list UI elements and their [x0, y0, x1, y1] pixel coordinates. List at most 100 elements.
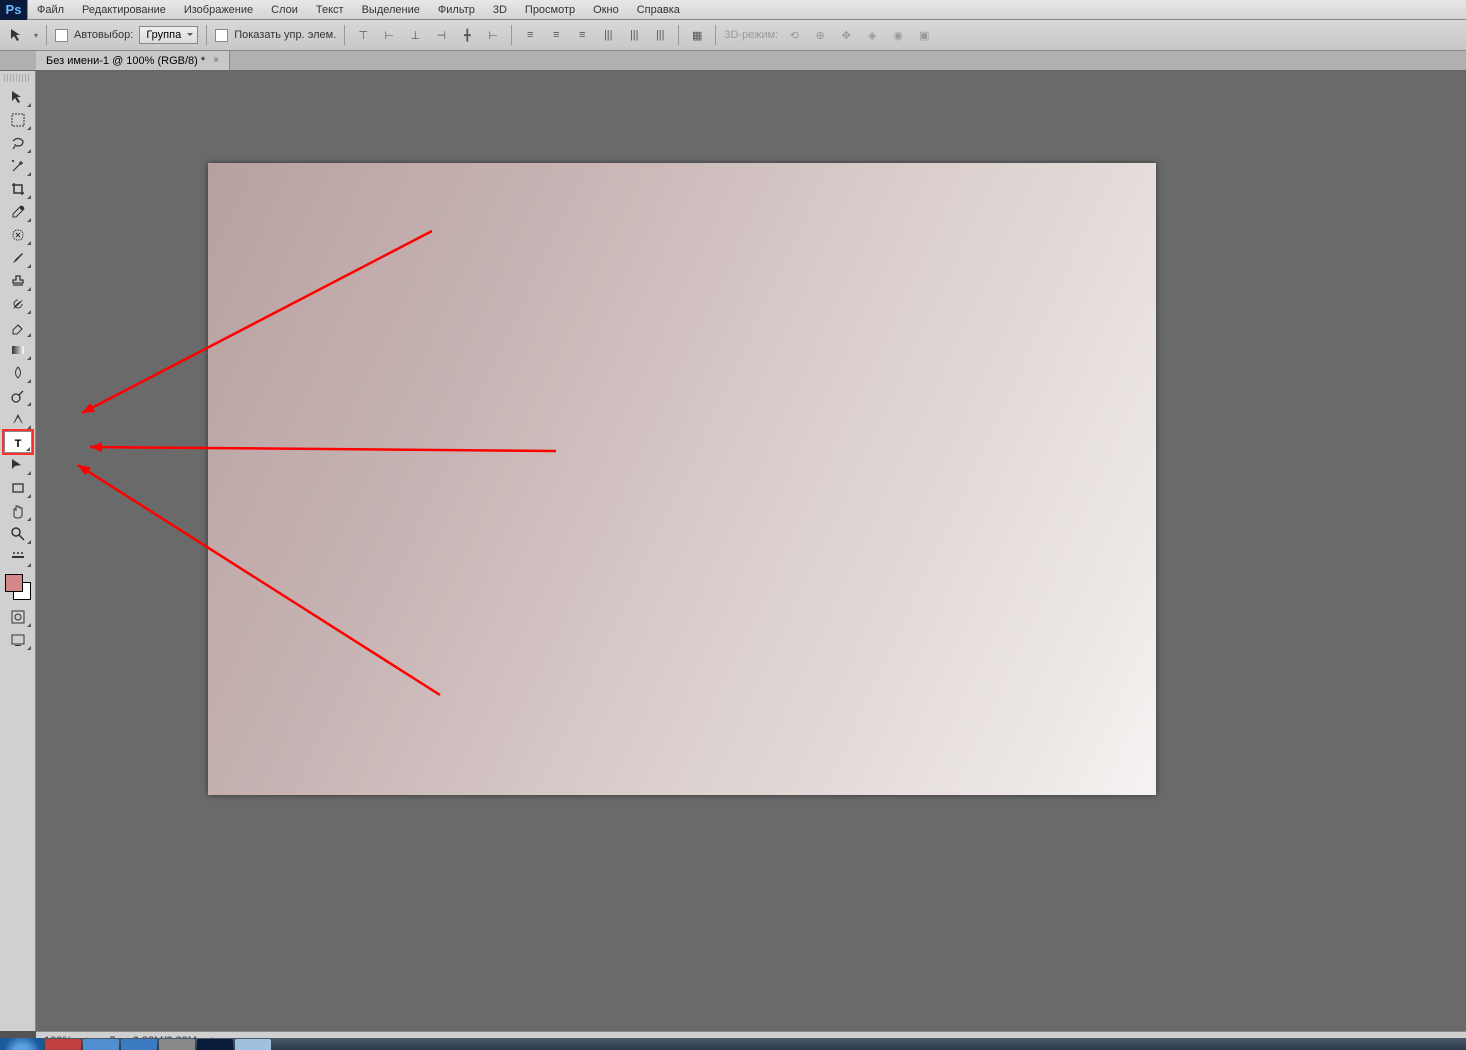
3d-slide-icon: ◈ [862, 25, 882, 45]
toolbox: T [0, 71, 36, 1031]
distribute-bottom-icon[interactable]: ≡ [572, 25, 592, 45]
document-tab-title: Без имени-1 @ 100% (RGB/8) * [46, 55, 205, 67]
taskbar-app[interactable] [235, 1039, 271, 1050]
eraser-tool[interactable] [4, 316, 32, 338]
mode-3d-label: 3D-режим: [724, 29, 778, 41]
menu-слои[interactable]: Слои [262, 4, 307, 16]
canvas-area[interactable] [36, 71, 1466, 1031]
eyedropper-tool[interactable] [4, 201, 32, 223]
blur-tool[interactable] [4, 362, 32, 384]
3d-pan-icon: ✥ [836, 25, 856, 45]
magic-wand-tool[interactable] [4, 155, 32, 177]
clone-stamp-tool[interactable] [4, 270, 32, 292]
separator [46, 25, 47, 45]
blur-icon [10, 365, 26, 381]
toolbox-grip[interactable] [4, 74, 31, 82]
svg-text:T: T [14, 438, 21, 450]
stamp-icon [10, 273, 26, 289]
foreground-color-swatch[interactable] [5, 574, 23, 592]
pen-icon [10, 411, 26, 427]
transform-checkbox[interactable] [215, 29, 228, 42]
dodge-icon [10, 388, 26, 404]
distribute-right-icon[interactable]: ||| [650, 25, 670, 45]
separator [206, 25, 207, 45]
patch-icon [10, 227, 26, 243]
quickmask-toggle[interactable] [4, 606, 32, 628]
eyedropper-icon [10, 204, 26, 220]
align-right-icon[interactable]: ⊢ [483, 25, 503, 45]
menu-файл[interactable]: Файл [28, 4, 73, 16]
lasso-icon [10, 135, 26, 151]
gradient-tool[interactable] [4, 339, 32, 361]
color-swatches[interactable] [5, 574, 31, 600]
menu-редактирование[interactable]: Редактирование [73, 4, 175, 16]
menu-справка[interactable]: Справка [628, 4, 689, 16]
move-tool-icon [6, 24, 28, 46]
move-icon [10, 89, 26, 105]
distribute-hcenter-icon[interactable]: ||| [624, 25, 644, 45]
taskbar-app[interactable] [159, 1039, 195, 1050]
crop-tool[interactable] [4, 178, 32, 200]
marquee-tool[interactable] [4, 109, 32, 131]
taskbar-app[interactable] [83, 1039, 119, 1050]
autoalign-icon[interactable]: ▦ [687, 25, 707, 45]
3d-camera-icon: ▣ [914, 25, 934, 45]
dodge-tool[interactable] [4, 385, 32, 407]
align-left-icon[interactable]: ⊣ [431, 25, 451, 45]
eraser-icon [10, 319, 26, 335]
menu-окно[interactable]: Окно [584, 4, 628, 16]
pen-tool[interactable] [4, 408, 32, 430]
wand-icon [10, 158, 26, 174]
history-icon [10, 296, 26, 312]
brush-tool[interactable] [4, 247, 32, 269]
autoselect-dropdown[interactable]: Группа [139, 26, 198, 44]
menu-фильтр[interactable]: Фильтр [429, 4, 484, 16]
align-top-icon[interactable]: ⊤ [353, 25, 373, 45]
path-selection-tool[interactable] [4, 454, 32, 476]
distribute-left-icon[interactable]: ||| [598, 25, 618, 45]
rect-icon [10, 480, 26, 496]
canvas[interactable] [208, 163, 1156, 795]
distribute-top-icon[interactable]: ≡ [520, 25, 540, 45]
align-bottom-icon[interactable]: ⊥ [405, 25, 425, 45]
autoselect-checkbox[interactable] [55, 29, 68, 42]
pathsel-icon [10, 457, 26, 473]
close-icon[interactable]: × [213, 55, 219, 66]
transform-label: Показать упр. элем. [234, 29, 336, 41]
workspace [36, 71, 1466, 1031]
separator [344, 25, 345, 45]
rectangle-tool[interactable] [4, 477, 32, 499]
align-hcenter-icon[interactable]: ╋ [457, 25, 477, 45]
separator [715, 25, 716, 45]
screen-icon [10, 632, 26, 648]
menu-выделение[interactable]: Выделение [353, 4, 429, 16]
menu-изображение[interactable]: Изображение [175, 4, 262, 16]
menu-просмотр[interactable]: Просмотр [516, 4, 584, 16]
hand-tool[interactable] [4, 500, 32, 522]
options-bar: ▾ Автовыбор: Группа Показать упр. элем. … [0, 20, 1466, 51]
distribute-vcenter-icon[interactable]: ≡ [546, 25, 566, 45]
healing-brush-tool[interactable] [4, 224, 32, 246]
os-taskbar [0, 1038, 1466, 1050]
move-tool[interactable] [4, 86, 32, 108]
qmask-icon [10, 609, 26, 625]
document-tab[interactable]: Без имени-1 @ 100% (RGB/8) * × [36, 51, 230, 70]
taskbar-app[interactable] [45, 1039, 81, 1050]
menu-3d[interactable]: 3D [484, 4, 516, 16]
taskbar-app[interactable] [121, 1039, 157, 1050]
gradient-icon [10, 342, 26, 358]
type-tool[interactable]: T [4, 431, 32, 453]
edit-toolbar[interactable] [4, 546, 32, 568]
hand-icon [10, 503, 26, 519]
document-tab-bar: Без имени-1 @ 100% (RGB/8) * × [0, 51, 1466, 71]
dots-icon [10, 549, 26, 565]
lasso-tool[interactable] [4, 132, 32, 154]
menu-текст[interactable]: Текст [307, 4, 353, 16]
zoom-tool[interactable] [4, 523, 32, 545]
autoselect-label: Автовыбор: [74, 29, 133, 41]
screenmode-toggle[interactable] [4, 629, 32, 651]
align-vcenter-icon[interactable]: ⊢ [379, 25, 399, 45]
start-orb[interactable] [0, 1038, 44, 1050]
history-brush-tool[interactable] [4, 293, 32, 315]
taskbar-app[interactable] [197, 1039, 233, 1050]
